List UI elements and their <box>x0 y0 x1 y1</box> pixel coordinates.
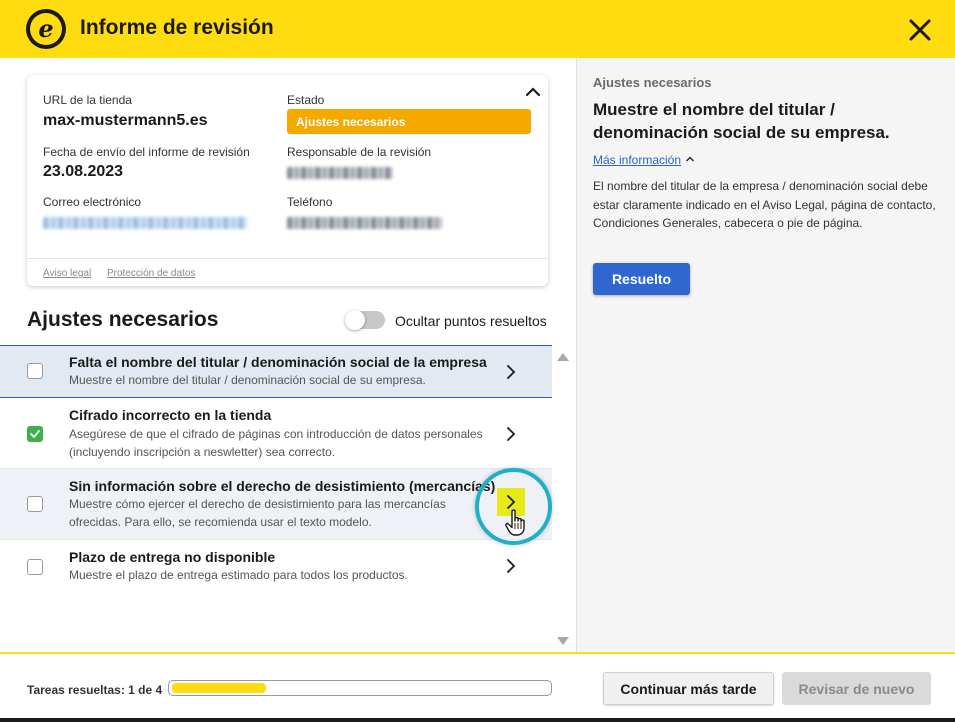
store-url-value: max-mustermann5.es <box>43 112 208 129</box>
legal-notice-link[interactable]: Aviso legal <box>43 268 91 279</box>
issues-list: Falta el nombre del titular / denominaci… <box>0 345 552 650</box>
progress-bar <box>168 680 552 696</box>
hide-resolved-toggle[interactable] <box>345 310 385 330</box>
detail-panel: Ajustes necesarios Muestre el nombre del… <box>576 58 955 652</box>
issues-panel: URL de la tienda max-mustermann5.es Esta… <box>0 58 576 652</box>
issue-checkbox-checked[interactable] <box>27 426 43 442</box>
detail-label: Ajustes necesarios <box>593 75 712 90</box>
logo-letter: e <box>30 13 62 45</box>
chevron-up-icon[interactable] <box>685 155 695 163</box>
issue-title: Plazo de entrega no disponible <box>69 549 276 565</box>
scroll-down-arrow-icon[interactable] <box>557 637 569 645</box>
window-bottom-edge <box>0 718 955 722</box>
status-label: Estado <box>287 93 325 107</box>
issue-checkbox[interactable] <box>27 559 43 575</box>
sent-date-value: 23.08.2023 <box>43 163 124 180</box>
chevron-right-icon[interactable] <box>504 425 518 443</box>
footer: Tareas resueltas: 1 de 4 Continuar más t… <box>0 652 955 722</box>
tasks-resolved-label: Tareas resueltas: 1 de 4 <box>27 683 163 697</box>
checkmark-icon <box>30 430 40 439</box>
issue-item[interactable]: Plazo de entrega no disponible Muestre e… <box>0 540 552 592</box>
progress-fill <box>172 683 266 693</box>
brand-logo: e <box>26 9 66 49</box>
issue-item[interactable]: Cifrado incorrecto en la tienda Asegúres… <box>0 398 552 469</box>
store-url-label: URL de la tienda <box>43 93 132 107</box>
scroll-up-arrow-icon[interactable] <box>557 353 569 361</box>
continue-later-button[interactable]: Continuar más tarde <box>603 672 774 705</box>
phone-redacted <box>287 217 442 229</box>
issue-checkbox[interactable] <box>27 496 43 512</box>
reviewer-name-redacted <box>287 167 393 179</box>
modal-header: e Informe de revisión <box>0 0 955 58</box>
email-redacted <box>43 217 247 229</box>
modal-title: Informe de revisión <box>80 16 274 39</box>
status-badge: Ajustes necesarios <box>287 109 531 134</box>
recheck-button: Revisar de nuevo <box>782 672 931 705</box>
chevron-right-icon[interactable] <box>504 363 518 381</box>
issue-title: Falta el nombre del titular / denominaci… <box>69 354 487 370</box>
detail-body-text: El nombre del titular de la empresa / de… <box>593 179 936 230</box>
detail-heading: Muestre el nombre del titular / denomina… <box>593 100 890 142</box>
toggle-knob <box>345 310 365 330</box>
reviewer-label: Responsable de la revisión <box>287 145 432 159</box>
issue-item[interactable]: Falta el nombre del titular / denominaci… <box>0 345 552 398</box>
chevron-up-icon[interactable] <box>524 83 542 101</box>
close-icon[interactable] <box>906 16 934 44</box>
issue-description: Muestre el nombre del titular / denomina… <box>69 373 426 387</box>
issue-checkbox[interactable] <box>27 363 43 379</box>
phone-label: Teléfono <box>287 195 333 209</box>
resolved-button[interactable]: Resuelto <box>593 263 690 295</box>
card-divider <box>27 258 548 259</box>
issue-description: Muestre cómo ejercer el derecho de desis… <box>69 497 446 529</box>
sent-date-label: Fecha de envío del informe de revisión <box>43 145 250 159</box>
hide-resolved-label: Ocultar puntos resueltos <box>395 313 547 329</box>
report-summary-card: URL de la tienda max-mustermann5.es Esta… <box>27 75 548 286</box>
issue-title: Sin información sobre el derecho de desi… <box>69 478 496 494</box>
email-label: Correo electrónico <box>43 195 142 209</box>
issue-description: Asegúrese de que el cifrado de páginas c… <box>69 427 483 459</box>
more-info-link[interactable]: Más información <box>593 153 681 167</box>
issue-title: Cifrado incorrecto en la tienda <box>69 407 272 423</box>
privacy-link[interactable]: Protección de datos <box>107 268 195 279</box>
section-title: Ajustes necesarios <box>27 308 219 331</box>
issue-item[interactable]: Sin información sobre el derecho de desi… <box>0 469 552 540</box>
chevron-right-icon[interactable] <box>504 493 518 511</box>
issue-description: Muestre el plazo de entrega estimado par… <box>69 568 408 582</box>
chevron-right-icon[interactable] <box>504 557 518 575</box>
